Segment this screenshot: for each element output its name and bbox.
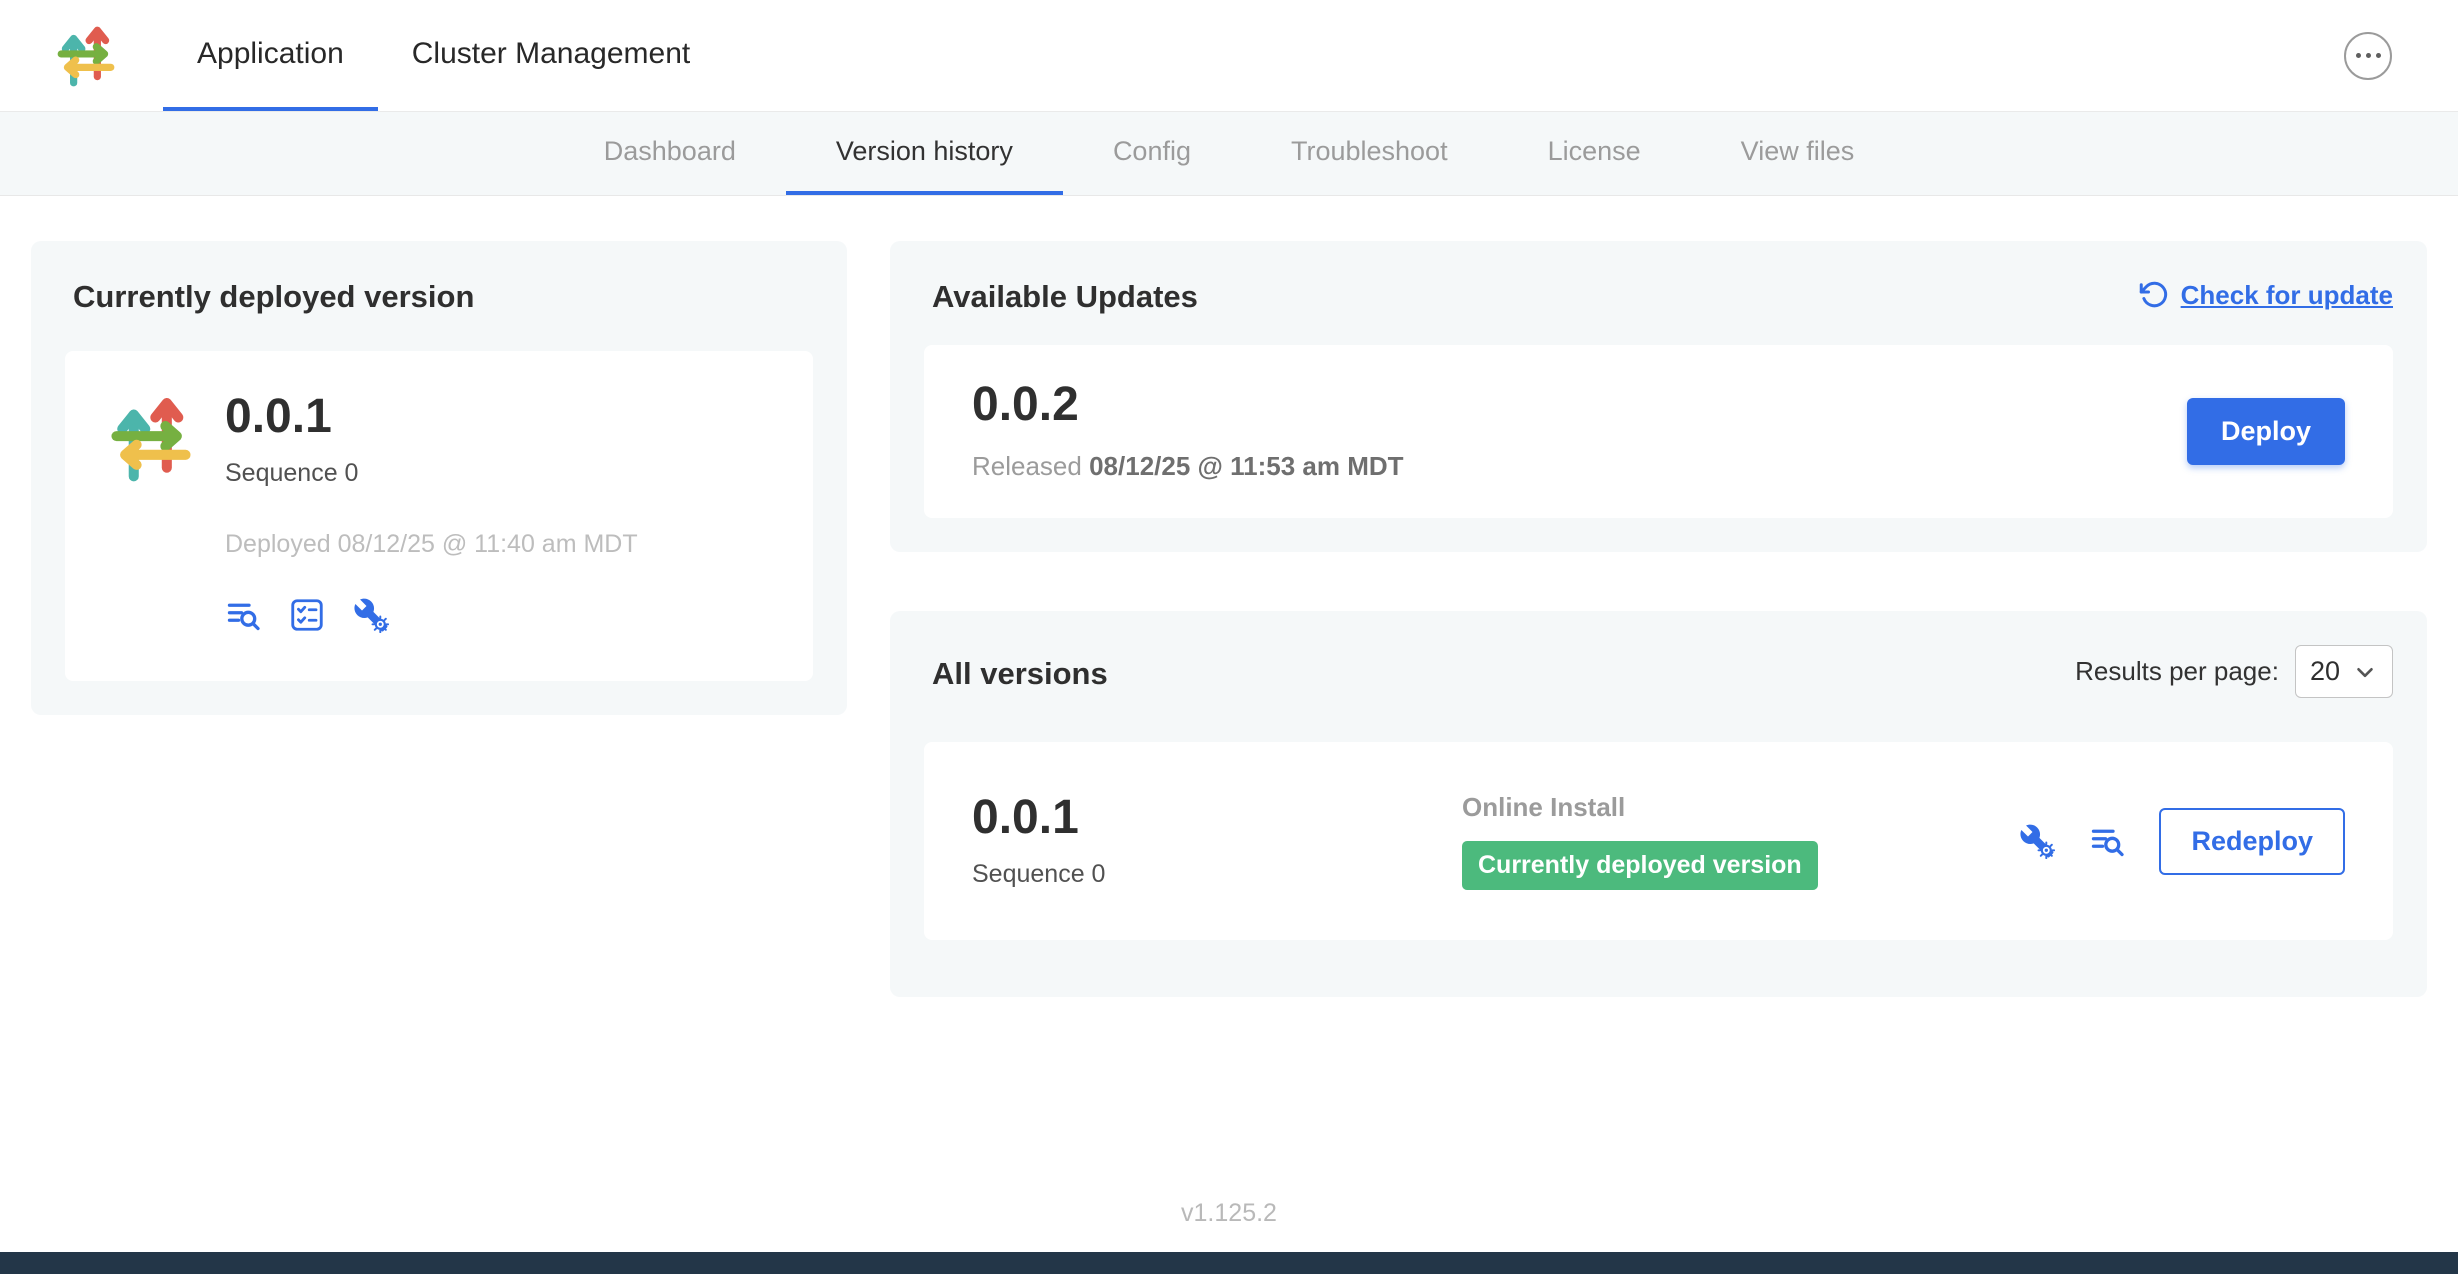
app-logo-icon — [105, 393, 197, 485]
subnav-item-version-history[interactable]: Version history — [786, 112, 1063, 195]
app-subnav: Dashboard Version history Config Trouble… — [0, 112, 2458, 196]
subnav-label-version-history: Version history — [836, 136, 1013, 167]
top-tab-cluster-management-label: Cluster Management — [412, 37, 690, 71]
console-version-label: v1.125.2 — [0, 1199, 2458, 1228]
refresh-icon — [2139, 280, 2169, 310]
subnav-item-dashboard[interactable]: Dashboard — [554, 112, 786, 195]
available-updates-card: Available Updates Check for update 0.0.2… — [890, 241, 2427, 552]
all-versions-title: All versions — [932, 656, 1108, 692]
check-for-update-label: Check for update — [2181, 280, 2393, 311]
results-per-page-group: Results per page: 20 — [2075, 645, 2393, 698]
deployed-version-number: 0.0.1 — [225, 393, 638, 441]
all-versions-header: All versions Results per page: 20 — [924, 645, 2393, 698]
page: Application Cluster Management Dashboard… — [0, 0, 2458, 1274]
deployed-sequence-label: Sequence 0 — [225, 459, 638, 488]
subnav-label-view-files: View files — [1741, 136, 1855, 167]
subnav-label-troubleshoot: Troubleshoot — [1291, 136, 1448, 167]
redeploy-button[interactable]: Redeploy — [2159, 808, 2345, 875]
view-diff-icon[interactable] — [2089, 823, 2125, 859]
subnav-item-view-files[interactable]: View files — [1691, 112, 1905, 195]
edit-config-icon[interactable] — [2019, 823, 2055, 859]
update-row: 0.0.2 Released 08/12/25 @ 11:53 am MDT D… — [924, 345, 2393, 518]
available-updates-header: Available Updates Check for update — [924, 275, 2393, 315]
view-diff-icon[interactable] — [225, 597, 261, 633]
subnav-item-troubleshoot[interactable]: Troubleshoot — [1241, 112, 1498, 195]
ellipsis-icon — [2356, 53, 2361, 58]
top-tab-cluster-management[interactable]: Cluster Management — [378, 0, 724, 111]
version-row: 0.0.1 Sequence 0 Online Install Currentl… — [924, 742, 2393, 940]
chevron-down-icon — [2352, 659, 2378, 685]
currently-deployed-card: Currently deployed version 0.0.1 Sequenc… — [31, 241, 847, 715]
results-per-page-label: Results per page: — [2075, 656, 2279, 687]
deployed-version-panel: 0.0.1 Sequence 0 Deployed 08/12/25 @ 11:… — [65, 351, 813, 681]
deployed-action-icons — [225, 597, 638, 633]
version-row-details: 0.0.1 Sequence 0 — [972, 794, 1462, 889]
deployed-status-badge: Currently deployed version — [1462, 841, 1818, 890]
version-row-status: Online Install Currently deployed versio… — [1462, 792, 2019, 890]
all-versions-card: All versions Results per page: 20 0.0.1 … — [890, 611, 2427, 997]
available-updates-title: Available Updates — [932, 279, 1198, 315]
version-row-actions: Redeploy — [2019, 808, 2345, 875]
subnav-item-license[interactable]: License — [1498, 112, 1691, 195]
deployed-timestamp: Deployed 08/12/25 @ 11:40 am MDT — [225, 530, 638, 559]
subnav-label-config: Config — [1113, 136, 1191, 167]
results-per-page-select[interactable]: 20 — [2295, 645, 2393, 698]
released-timestamp: 08/12/25 @ 11:53 am MDT — [1089, 451, 1403, 481]
released-prefix: Released — [972, 451, 1082, 481]
main-content: Currently deployed version 0.0.1 Sequenc… — [0, 196, 2458, 997]
subnav-item-config[interactable]: Config — [1063, 112, 1241, 195]
top-tab-application[interactable]: Application — [163, 0, 378, 111]
deploy-button[interactable]: Deploy — [2187, 398, 2345, 465]
deployed-card-title: Currently deployed version — [73, 279, 813, 315]
top-tabs: Application Cluster Management — [163, 0, 724, 111]
footer-bar — [0, 1252, 2458, 1274]
more-menu-button[interactable] — [2344, 32, 2392, 80]
right-column: Available Updates Check for update 0.0.2… — [890, 241, 2427, 997]
row-sequence-label: Sequence 0 — [972, 860, 1462, 889]
update-details: 0.0.2 Released 08/12/25 @ 11:53 am MDT — [972, 381, 1404, 482]
deployed-version-details: 0.0.1 Sequence 0 Deployed 08/12/25 @ 11:… — [225, 393, 638, 639]
subnav-label-license: License — [1548, 136, 1641, 167]
update-released-line: Released 08/12/25 @ 11:53 am MDT — [972, 451, 1404, 482]
edit-config-icon[interactable] — [353, 597, 389, 633]
update-version-number: 0.0.2 — [972, 381, 1404, 429]
view-yaml-icon[interactable] — [289, 597, 325, 633]
top-navbar: Application Cluster Management — [0, 0, 2458, 112]
install-type-label: Online Install — [1462, 792, 1625, 823]
subnav-label-dashboard: Dashboard — [604, 136, 736, 167]
row-version-number: 0.0.1 — [972, 794, 1462, 842]
app-logo-icon — [53, 23, 119, 89]
top-tab-application-label: Application — [197, 37, 344, 71]
check-for-update-link[interactable]: Check for update — [2139, 280, 2393, 311]
results-per-page-value: 20 — [2310, 656, 2340, 687]
